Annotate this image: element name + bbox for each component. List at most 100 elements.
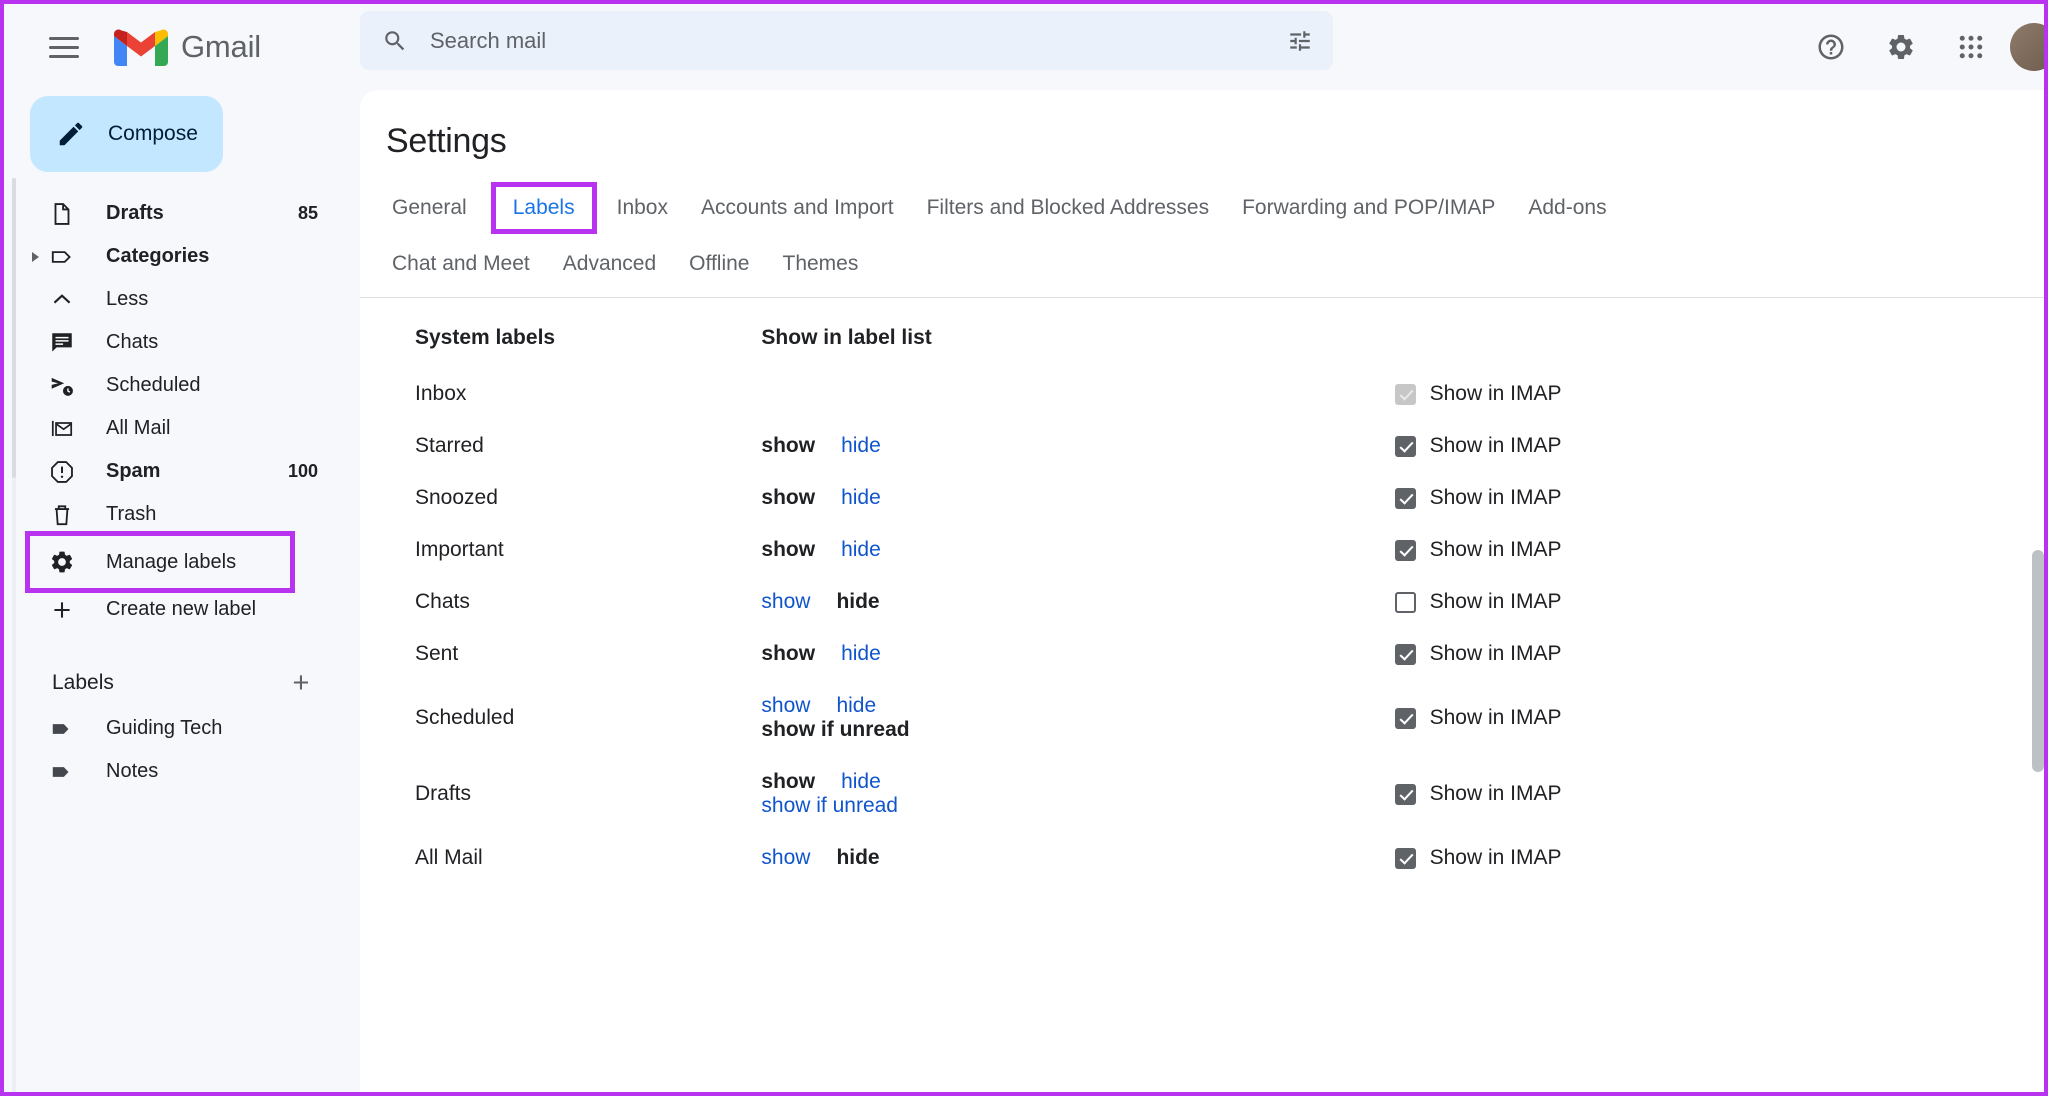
sidebar-item-chats[interactable]: Chats (8, 321, 360, 364)
show-in-label-list-cell: show hide show if unread (761, 680, 1394, 756)
app-header: Gmail (4, 4, 2044, 90)
show-in-imap-label: Show in IMAP (1429, 706, 1562, 729)
imap-cell: Show in IMAP (1394, 756, 1960, 832)
action-show[interactable]: show (761, 846, 810, 870)
show-in-imap-checkbox[interactable] (1394, 643, 1416, 665)
show-in-label-list-cell: show hide (761, 420, 1394, 472)
tab-themes[interactable]: Themes (781, 249, 861, 279)
sidebar-item-create-new-label[interactable]: Create new label (8, 588, 360, 631)
trash-icon (48, 501, 76, 529)
tab-inbox[interactable]: Inbox (615, 193, 670, 223)
action-hide[interactable]: hide (841, 642, 881, 666)
sidebar-nav-list: Drafts 85 Categories Less Chats Scheduled All … (8, 192, 360, 631)
chat-icon (48, 329, 76, 357)
compose-button[interactable]: Compose (30, 96, 223, 172)
tab-advanced[interactable]: Advanced (561, 249, 658, 279)
action-hide: hide (836, 590, 880, 613)
sidebar-item-categories[interactable]: Categories (8, 235, 360, 278)
search-input[interactable] (430, 27, 1285, 54)
help-question-icon[interactable] (1800, 16, 1862, 78)
table-header-row: System labels Show in label list (360, 298, 1960, 368)
sidebar-item-count: 100 (287, 461, 318, 481)
add-label-plus-icon[interactable]: + (284, 666, 318, 700)
sidebar-item-manage-labels[interactable]: Manage labels (25, 531, 295, 593)
action-hide[interactable]: hide (841, 770, 881, 794)
tab-labels[interactable]: Labels (490, 182, 597, 234)
action-show: show (761, 486, 816, 509)
main-scrollbar-thumb[interactable] (2032, 550, 2044, 772)
sidebar-item-less[interactable]: Less (8, 278, 360, 321)
show-in-imap-label: Show in IMAP (1429, 538, 1562, 561)
sidebar-item-label: Scheduled (106, 374, 201, 396)
column-header-imap (1395, 298, 1960, 368)
sidebar-item-all-mail[interactable]: All Mail (8, 407, 360, 450)
user-label-name: Guiding Tech (106, 717, 223, 739)
spam-icon (48, 458, 76, 486)
show-in-imap-checkbox[interactable] (1394, 591, 1416, 613)
show-in-imap-checkbox[interactable] (1394, 707, 1416, 729)
table-row: All Mail show hide Show in IMAP (360, 832, 1960, 884)
tab-forwarding-and-pop-imap[interactable]: Forwarding and POP/IMAP (1240, 193, 1497, 223)
show-in-imap-label: Show in IMAP (1429, 846, 1562, 869)
label-name-cell: Chats (415, 590, 470, 613)
sidebar-item-trash[interactable]: Trash (8, 493, 360, 536)
table-row: Snoozed show hide Show in IMAP (360, 472, 1960, 524)
sidebar-item-label: Create new label (106, 598, 257, 620)
apps-grid-icon[interactable] (1940, 16, 2002, 78)
action-show[interactable]: show (761, 694, 810, 718)
sidebar-item-drafts[interactable]: Drafts 85 (8, 192, 360, 235)
tab-accounts-and-import[interactable]: Accounts and Import (699, 193, 896, 223)
action-show[interactable]: show (761, 590, 810, 614)
gmail-settings-window: Gmail Search mail Compose Drafts 85 Cate… (0, 0, 2048, 1096)
tab-offline[interactable]: Offline (687, 249, 751, 279)
sidebar-item-label: All Mail (106, 417, 171, 439)
show-in-imap-checkbox[interactable] (1394, 487, 1416, 509)
show-in-imap-checkbox[interactable] (1394, 783, 1416, 805)
pencil-icon (59, 122, 83, 146)
label-tag-icon (48, 758, 76, 786)
tab-general[interactable]: General (390, 193, 469, 223)
chevron-up-icon (48, 286, 76, 314)
table-row: Starred show hide Show in IMAP (360, 420, 1960, 472)
all-mail-icon (48, 415, 76, 443)
search-bar[interactable] (360, 11, 1333, 70)
show-in-imap-label: Show in IMAP (1429, 782, 1562, 805)
label-tag-icon (48, 715, 76, 743)
tab-add-ons[interactable]: Add-ons (1526, 193, 1608, 223)
action-hide[interactable]: hide (841, 434, 881, 458)
action-hide[interactable]: hide (841, 538, 881, 562)
action-hide[interactable]: hide (836, 694, 876, 718)
sidebar-item-scheduled[interactable]: Scheduled (8, 364, 360, 407)
show-in-imap-checkbox (1394, 383, 1416, 405)
expand-caret-icon[interactable] (32, 251, 39, 262)
label-name-cell: All Mail (415, 846, 483, 869)
action-show-if-unread[interactable]: show if unread (761, 794, 898, 818)
user-label-name: Notes (106, 760, 159, 782)
show-in-label-list-cell: show hide (761, 472, 1394, 524)
gmail-brand[interactable]: Gmail (114, 26, 261, 68)
main-scrollbar[interactable] (2032, 550, 2044, 1068)
show-in-imap-checkbox[interactable] (1394, 847, 1416, 869)
sidebar-item-label: Spam (106, 460, 161, 482)
tab-filters-and-blocked-addresses[interactable]: Filters and Blocked Addresses (925, 193, 1211, 223)
action-hide[interactable]: hide (841, 486, 881, 510)
show-in-imap-checkbox[interactable] (1394, 539, 1416, 561)
user-avatar[interactable] (2010, 23, 2044, 71)
tab-chat-and-meet[interactable]: Chat and Meet (390, 249, 532, 279)
show-in-imap-checkbox[interactable] (1394, 435, 1416, 457)
gear-icon[interactable] (1870, 16, 1932, 78)
label-name-cell: Sent (415, 642, 459, 665)
sidebar-item-spam[interactable]: Spam 100 (8, 450, 360, 493)
hamburger-menu-icon[interactable] (32, 15, 96, 79)
user-label-notes[interactable]: Notes (8, 750, 360, 793)
brand-name: Gmail (181, 29, 261, 64)
user-label-guiding-tech[interactable]: Guiding Tech (8, 707, 360, 750)
tune-filter-icon[interactable] (1285, 28, 1315, 54)
label-name-cell: Starred (415, 434, 484, 457)
action-show: show (761, 770, 816, 793)
show-in-label-list-cell: show hide show if unread (761, 756, 1394, 832)
sidebar-item-label: Trash (106, 503, 157, 525)
table-row: Important show hide Show in IMAP (360, 524, 1960, 576)
imap-cell: Show in IMAP (1394, 524, 1960, 576)
show-in-label-list-cell: show hide (761, 576, 1394, 628)
